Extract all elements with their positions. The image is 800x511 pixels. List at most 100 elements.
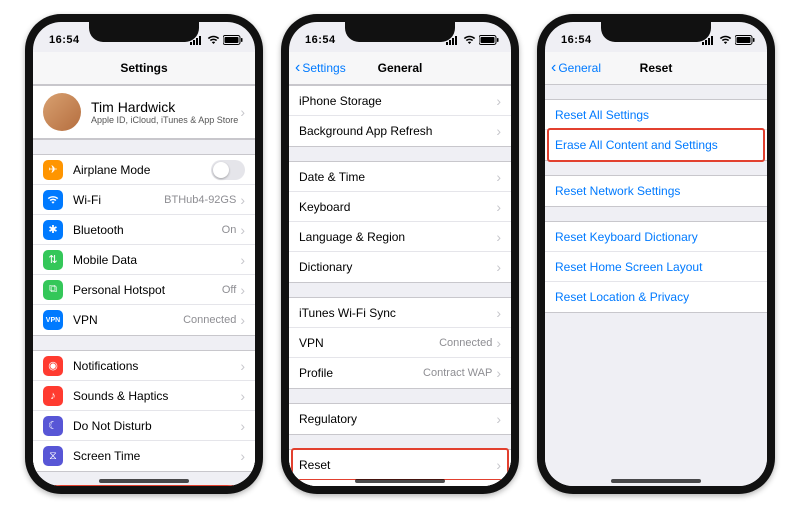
row-reset-location[interactable]: Reset Location & Privacy [545,282,767,312]
reset-top-group: Reset All Settings Erase All Content and… [545,99,767,161]
wifi-icon [43,190,63,210]
row-vpn[interactable]: VPN VPN Connected › [33,305,255,335]
vpn-icon: VPN [43,310,63,330]
row-airplane-mode[interactable]: ✈︎ Airplane Mode [33,155,255,185]
reset-other-group: Reset Keyboard Dictionary Reset Home Scr… [545,221,767,313]
row-iphone-storage[interactable]: iPhone Storage › [289,86,511,116]
row-label: Screen Time [73,449,236,463]
profile-row[interactable]: Tim Hardwick Apple ID, iCloud, iTunes & … [33,86,255,139]
row-regulatory[interactable]: Regulatory › [289,404,511,434]
status-indicators [190,35,243,45]
screen-reset: 16:54 ‹ General Reset Reset All Settings… [545,22,767,486]
row-personal-hotspot[interactable]: ⧉ Personal Hotspot Off › [33,275,255,305]
chevron-right-icon: › [496,93,501,109]
body-general[interactable]: iPhone Storage › Background App Refresh … [289,85,511,486]
row-reset-keyboard[interactable]: Reset Keyboard Dictionary [545,222,767,252]
row-label: Reset Location & Privacy [555,290,757,304]
row-mobile-data[interactable]: ⇅ Mobile Data › [33,245,255,275]
body-reset[interactable]: Reset All Settings Erase All Content and… [545,85,767,486]
row-reset-home[interactable]: Reset Home Screen Layout [545,252,767,282]
home-indicator[interactable] [611,479,701,483]
storage-group: iPhone Storage › Background App Refresh … [289,85,511,147]
wifi-icon [463,35,476,45]
profile-name: Tim Hardwick [91,99,238,115]
row-label: Keyboard [299,200,492,214]
row-reset-all-settings[interactable]: Reset All Settings [545,100,767,130]
row-background-refresh[interactable]: Background App Refresh › [289,116,511,146]
hotspot-icon: ⧉ [43,280,63,300]
row-reset[interactable]: Reset › [289,450,511,480]
row-wifi[interactable]: Wi-Fi BTHub4-92GS › [33,185,255,215]
back-button[interactable]: ‹ General [545,59,601,77]
page: 16:54 Settings Tim Hardwick Apple ID, iC… [0,0,800,511]
regulatory-group: Regulatory › [289,403,511,435]
row-label: Language & Region [299,230,492,244]
row-label: Background App Refresh [299,124,492,138]
row-value: Connected [439,337,492,349]
row-label: Airplane Mode [73,163,211,177]
row-sounds[interactable]: ♪ Sounds & Haptics › [33,381,255,411]
wifi-icon [207,35,220,45]
row-itunes-wifi[interactable]: iTunes Wi-Fi Sync › [289,298,511,328]
row-keyboard[interactable]: Keyboard › [289,192,511,222]
chevron-right-icon: › [240,252,245,268]
row-notifications[interactable]: ◉ Notifications › [33,351,255,381]
row-label: Reset [299,458,492,472]
chevron-right-icon: › [496,335,501,351]
chevron-right-icon: › [496,457,501,473]
row-label: VPN [299,336,439,350]
row-label: Dictionary [299,260,492,274]
battery-icon [479,35,499,45]
row-language-region[interactable]: Language & Region › [289,222,511,252]
chevron-right-icon: › [496,169,501,185]
row-vpn[interactable]: VPN Connected › [289,328,511,358]
row-screen-time[interactable]: ⧖ Screen Time › [33,441,255,471]
row-label: VPN [73,313,183,327]
row-value: Connected [183,314,236,326]
back-button[interactable]: ‹ Settings [289,59,346,77]
profile-text: Tim Hardwick Apple ID, iCloud, iTunes & … [91,99,238,125]
chevron-left-icon: ‹ [295,59,300,77]
row-value: On [222,224,237,236]
row-date-time[interactable]: Date & Time › [289,162,511,192]
chevron-right-icon: › [240,418,245,434]
row-profile[interactable]: Profile Contract WAP › [289,358,511,388]
header-title: Settings [33,61,255,75]
profile-group: Tim Hardwick Apple ID, iCloud, iTunes & … [33,85,255,140]
airplane-icon: ✈︎ [43,160,63,180]
chevron-right-icon: › [240,192,245,208]
home-indicator[interactable] [99,479,189,483]
vpn-group: iTunes Wi-Fi Sync › VPN Connected › Prof… [289,297,511,389]
bluetooth-icon: ✱ [43,220,63,240]
phone-settings: 16:54 Settings Tim Hardwick Apple ID, iC… [25,14,263,494]
row-do-not-disturb[interactable]: ☾ Do Not Disturb › [33,411,255,441]
highlight-general [35,485,253,486]
chevron-right-icon: › [496,199,501,215]
row-bluetooth[interactable]: ✱ Bluetooth On › [33,215,255,245]
moon-icon: ☾ [43,416,63,436]
row-label: iTunes Wi-Fi Sync [299,306,492,320]
header-general: ‹ Settings General [289,52,511,85]
row-reset-network[interactable]: Reset Network Settings [545,176,767,206]
row-label: Reset Keyboard Dictionary [555,230,757,244]
row-label: iPhone Storage [299,94,492,108]
notifications-group: ◉ Notifications › ♪ Sounds & Haptics › ☾… [33,350,255,472]
phone-general: 16:54 ‹ Settings General iPhone Storage … [281,14,519,494]
toggle-airplane[interactable] [211,160,245,180]
battery-icon [223,35,243,45]
profile-sub: Apple ID, iCloud, iTunes & App Store [91,115,238,125]
phone-reset: 16:54 ‹ General Reset Reset All Settings… [537,14,775,494]
body-settings[interactable]: Tim Hardwick Apple ID, iCloud, iTunes & … [33,85,255,486]
battery-icon [735,35,755,45]
chevron-right-icon: › [496,123,501,139]
chevron-right-icon: › [496,305,501,321]
row-dictionary[interactable]: Dictionary › [289,252,511,282]
row-erase-all[interactable]: Erase All Content and Settings [545,130,767,160]
status-time: 16:54 [305,34,336,46]
chevron-right-icon: › [240,222,245,238]
home-indicator[interactable] [355,479,445,483]
row-label: Reset Network Settings [555,184,757,198]
row-label: Sounds & Haptics [73,389,236,403]
chevron-right-icon: › [496,365,501,381]
screen-settings: 16:54 Settings Tim Hardwick Apple ID, iC… [33,22,255,486]
